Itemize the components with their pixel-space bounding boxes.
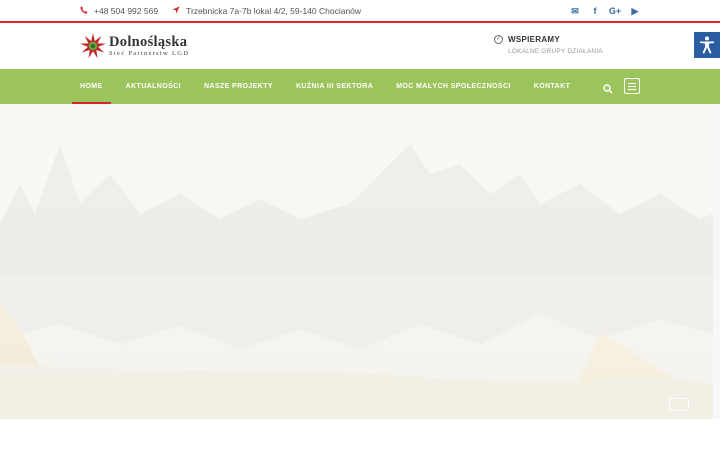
address-text: Trzebnicka 7a-7b lokal 4/2, 59-140 Choci… (186, 6, 362, 16)
phone-item[interactable]: +48 504 992 569 (80, 6, 158, 16)
nav-item-nasze-projekty[interactable]: NASZE PROJEKTY (196, 69, 281, 104)
accessibility-button[interactable] (694, 32, 720, 58)
nav-item-kontakt[interactable]: KONTAKT (526, 69, 579, 104)
top-bar: +48 504 992 569 Trzebnicka 7a-7b lokal 4… (0, 0, 720, 23)
nav-item-home[interactable]: HOME (72, 69, 111, 104)
main-navigation: HOME AKTUALNOŚCI NASZE PROJEKTY KUŹNIA III … (0, 69, 720, 104)
accessibility-icon (700, 36, 714, 54)
header: Dolnośląska Sieć Partnerstw LGD ✓ WSPIER… (0, 25, 720, 69)
nav-item-moc-małych-społeczności[interactable]: MOC MAŁYCH SPOŁECZNOŚCI (388, 69, 519, 104)
email-icon[interactable]: ✉ (570, 5, 580, 17)
location-arrow-icon (172, 6, 180, 16)
social-links: ✉ f G+ ▶ (570, 5, 640, 17)
check-circle-icon: ✓ (494, 35, 503, 44)
support-title: WSPIERAMY (508, 35, 561, 44)
phone-icon (80, 6, 88, 16)
contact-info: +48 504 992 569 Trzebnicka 7a-7b lokal 4… (80, 6, 375, 16)
address-item: Trzebnicka 7a-7b lokal 4/2, 59-140 Choci… (172, 6, 361, 16)
support-block: ✓ WSPIERAMY LOKALNE GRUPY DZIAŁANIA (494, 35, 603, 55)
google-plus-icon[interactable]: G+ (609, 5, 621, 17)
phone-number: +48 504 992 569 (94, 6, 159, 16)
youtube-icon[interactable]: ▶ (630, 5, 640, 17)
nav-menu: HOME AKTUALNOŚCI NASZE PROJEKTY KUŹNIA III … (72, 69, 585, 104)
menu-toggle-button[interactable] (624, 78, 640, 94)
fullscreen-button[interactable] (669, 398, 689, 411)
support-subtitle: LOKALNE GRUPY DZIAŁANIA (508, 48, 603, 55)
logo-flower-icon (80, 33, 106, 59)
search-icon[interactable] (603, 81, 613, 94)
hero-landscape (0, 104, 713, 419)
site-logo[interactable]: Dolnośląska Sieć Partnerstw LGD (80, 31, 189, 61)
nav-item-kuźnia-iii-sektora[interactable]: KUŹNIA III SEKTORA (288, 69, 381, 104)
logo-title: Dolnośląska (109, 33, 188, 50)
scrollbar[interactable] (713, 104, 720, 419)
facebook-icon[interactable]: f (590, 5, 600, 17)
hero-image (0, 104, 713, 419)
nav-item-aktualności[interactable]: AKTUALNOŚCI (118, 69, 189, 104)
logo-subtitle: Sieć Partnerstw LGD (109, 49, 190, 57)
